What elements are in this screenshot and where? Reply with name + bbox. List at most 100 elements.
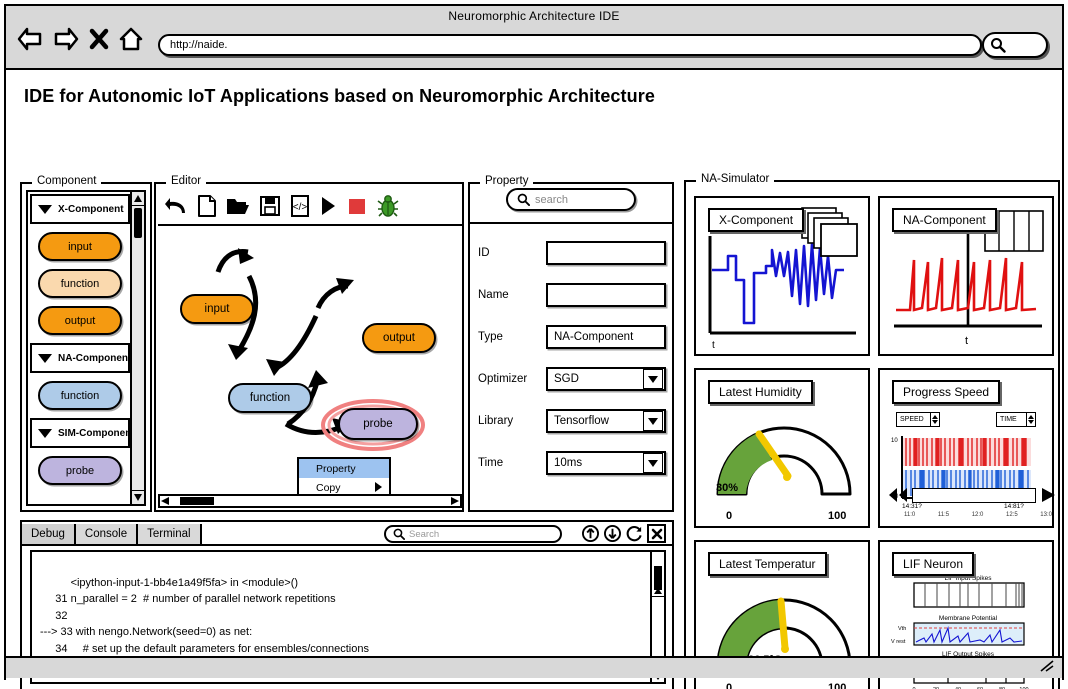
component-section-header-x[interactable]: X-Component [30,194,130,224]
property-input-type[interactable]: NA-Component [546,325,666,349]
progress-timeline-track[interactable] [912,487,1036,503]
sim-card-humidity[interactable]: Latest Humidity 30% 0 100 [694,368,870,528]
arrow-up-icon[interactable] [581,524,600,543]
component-item-probe[interactable]: probe [38,456,122,485]
sim-card-progress-speed[interactable]: Progress Speed SPEED TIME 10 14:31? 14:8… [878,368,1056,528]
property-select-time[interactable]: 10ms [546,451,666,475]
property-select-optimizer[interactable]: SGD [546,367,666,391]
tab-label: Terminal [147,528,191,540]
context-menu-item-property[interactable]: Property [299,459,389,478]
editor-node-function[interactable]: function [228,383,312,413]
property-panel-legend: Property [480,175,534,187]
code-icon[interactable]: </> [290,194,310,218]
close-icon[interactable] [647,524,666,543]
property-input-name[interactable] [546,283,666,307]
save-icon[interactable] [259,195,281,217]
editor-node-output[interactable]: output [362,323,436,353]
editor-canvas[interactable]: input output function probe Property Cop… [158,228,462,494]
context-menu-item-label: Property [316,462,356,475]
component-section-header-sim[interactable]: SIM-Component [30,418,130,448]
refresh-icon[interactable] [625,524,644,543]
property-search-input[interactable]: search [506,188,636,211]
progress-time-dropdown[interactable]: TIME [996,412,1036,427]
browser-search-box[interactable] [982,32,1048,58]
timeline-tick: 12:0 [971,512,984,518]
window-stack-icon[interactable] [800,206,860,258]
vrest-label: V rest [891,639,906,645]
console-tabs-rule [22,544,672,546]
progress-speed-dropdown[interactable]: SPEED [896,412,940,427]
editor-node-probe[interactable]: probe [338,408,418,440]
chevron-down-icon[interactable] [643,453,663,473]
rewind-icon[interactable] [888,487,908,503]
new-file-icon[interactable] [197,194,217,218]
sim-card-title: Latest Temperatur [708,552,827,576]
chevron-down-icon[interactable] [643,411,663,431]
back-arrow-icon[interactable] [16,26,44,52]
x-axis-label: t [965,335,968,347]
spinner-icon[interactable] [1026,413,1035,426]
editor-horizontal-scrollbar[interactable] [158,494,462,508]
scroll-down-icon[interactable] [132,490,144,504]
component-section-header-na[interactable]: NA-Component [30,343,130,373]
chevron-down-icon[interactable] [643,369,663,389]
component-item-label: input [68,240,92,253]
property-label-library: Library [478,415,514,427]
component-item-output[interactable]: output [38,306,122,335]
address-bar[interactable]: http://naide. [158,34,982,56]
tab-terminal[interactable]: Terminal [138,524,202,546]
forward-arrow-icon[interactable] [52,26,80,52]
progress-speed-raster-chart: 10 0 14:31? 14:81? [891,436,1032,510]
property-input-id[interactable] [546,241,666,265]
scrollbar-thumb[interactable] [180,497,214,505]
open-folder-icon[interactable] [226,195,250,217]
temperature-max-label: 100 [828,682,847,689]
scroll-left-icon[interactable] [161,497,169,505]
debug-bug-icon[interactable] [377,194,399,218]
timeline-tick: 12:5 [1005,512,1018,518]
tab-console[interactable]: Console [75,524,139,546]
component-section-label: NA-Component [58,352,130,364]
scroll-up-icon[interactable] [132,192,144,206]
scroll-right-icon[interactable] [451,497,459,505]
arrow-down-icon[interactable] [603,524,622,543]
property-row-type: Type NA-Component [470,316,672,358]
sim-card-title: Latest Humidity [708,380,813,404]
component-item-function-x[interactable]: function [38,269,122,298]
play-icon[interactable] [1040,487,1056,503]
na-simulator-panel: NA-Simulator X-Component t NA-Component … [684,173,1060,689]
page-title: IDE for Autonomic IoT Applications based… [24,86,655,106]
property-row-library: Library Tensorflow [470,400,672,442]
property-search-placeholder: search [535,193,569,206]
component-scrollbar[interactable] [130,190,146,506]
stop-icon[interactable] [346,195,368,217]
run-icon[interactable] [319,195,337,217]
home-icon[interactable] [118,26,144,52]
progress-timeline-ticks: 11:0 11:5 12:0 12:5 13:0 [904,512,1052,518]
undo-icon[interactable] [164,195,188,217]
scrollbar-thumb[interactable] [654,566,662,590]
component-item-function-na[interactable]: function [38,381,122,410]
search-icon [991,38,1006,53]
close-x-icon[interactable] [88,26,110,52]
component-item-input[interactable]: input [38,232,122,261]
resize-handle-icon[interactable] [1039,659,1055,673]
property-select-library[interactable]: Tensorflow [546,409,666,433]
address-bar-value: http://naide. [170,39,228,51]
sim-card-na-component[interactable]: NA-Component t [878,196,1054,356]
editor-toolbar: </> [158,188,462,226]
scrollbar-thumb[interactable] [134,208,142,238]
context-menu-item-copy[interactable]: Copy [299,478,389,494]
editor-node-input[interactable]: input [180,294,254,324]
sim-card-x-component[interactable]: X-Component t [694,196,870,356]
sim-card-title: NA-Component [892,208,997,232]
property-row-id: ID [470,232,672,274]
temperature-min-label: 0 [726,682,733,689]
tab-debug[interactable]: Debug [22,524,76,546]
console-search-input[interactable]: Search [384,525,562,543]
lif-input-spikes-title: LIF Input Spikes [945,575,993,582]
spinner-icon[interactable] [930,413,939,426]
component-panel-legend: Component [32,175,102,187]
console-toolbar-buttons [581,524,666,543]
page-content: IDE for Autonomic IoT Applications based… [6,70,1062,689]
